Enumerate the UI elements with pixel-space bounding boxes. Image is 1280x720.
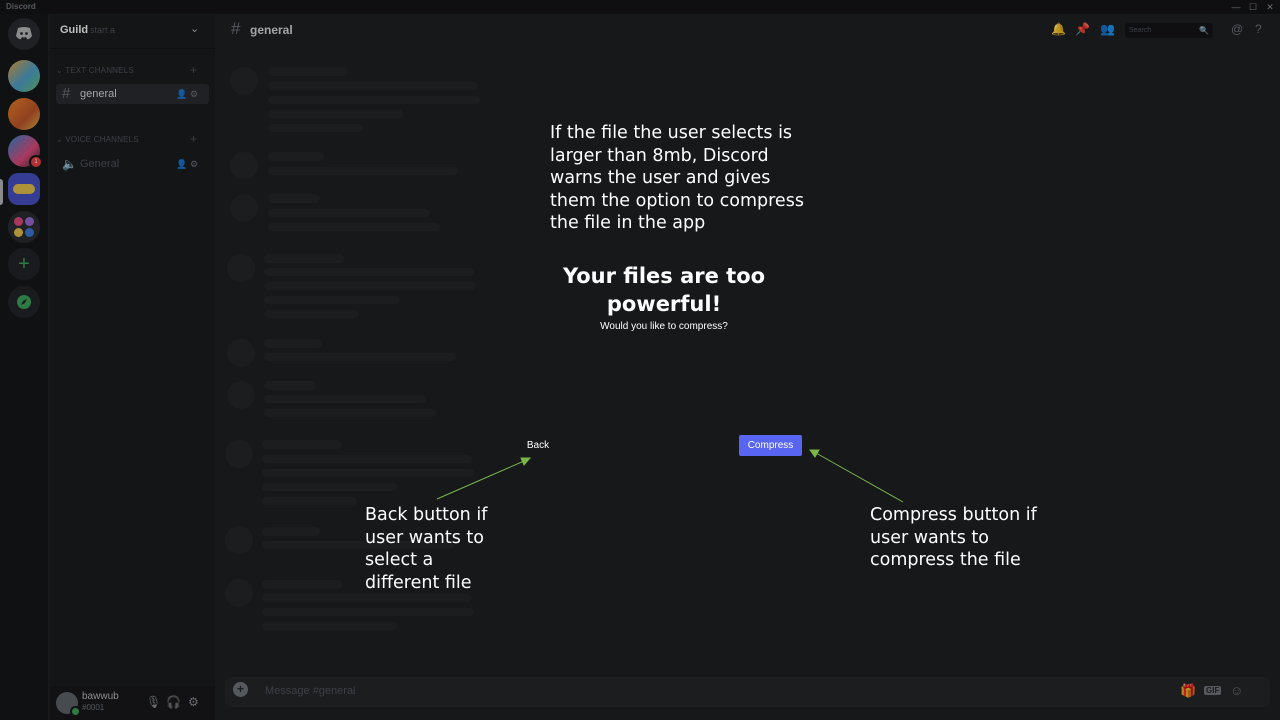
modal-title: Your files are too powerful! [562, 264, 766, 316]
annotation-back: Back button if user wants to select a di… [365, 505, 488, 593]
modal-backdrop [0, 0, 1280, 720]
back-button[interactable]: Back [520, 438, 556, 454]
compress-button[interactable]: Compress [739, 435, 802, 456]
modal-subtitle: Would you like to compress? [600, 321, 728, 332]
annotation-top: If the file the user selects is larger t… [550, 123, 804, 233]
annotation-compress: Compress button if user wants to compres… [870, 505, 1037, 570]
